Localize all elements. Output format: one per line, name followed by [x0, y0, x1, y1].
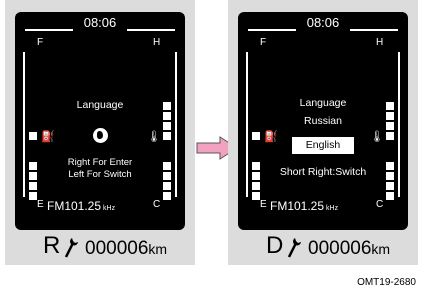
- fuel-full-label: F: [260, 37, 267, 48]
- radio-frequency: FM101.25: [270, 199, 325, 213]
- cluster-after: 08:06 F H E C ⛽ 🌡 Language Russian Engli…: [228, 0, 418, 265]
- wrench-icon: [287, 238, 301, 258]
- menu-title: Language: [299, 97, 347, 109]
- odometer-unit: km: [148, 241, 168, 257]
- temp-cold-label: C: [376, 199, 384, 210]
- temp-segment: [163, 122, 171, 130]
- instruction-line-1: Right For Enter: [67, 157, 133, 168]
- temp-segment: [386, 182, 394, 190]
- radio-frequency: FM101.25: [47, 199, 102, 213]
- fuel-segment: [252, 182, 260, 190]
- cluster-screen: 08:06 F H E C ⛽ 🌡 Language Russian Engli…: [238, 12, 408, 230]
- fuel-segment: [29, 132, 37, 140]
- fuel-full-label: F: [37, 37, 44, 48]
- odometer-value: 000006km: [308, 239, 390, 258]
- odometer-value: 000006km: [85, 239, 167, 258]
- menu-title: Language: [76, 99, 124, 111]
- top-line-right: [350, 29, 398, 31]
- top-line-left: [25, 29, 73, 31]
- fuel-segment: [29, 182, 37, 190]
- radio-unit: kHz: [326, 205, 339, 212]
- cluster-screen: 08:06 F H E C ⛽ 🌡 Language Right For Ent…: [15, 12, 185, 230]
- globe-icon: [93, 128, 108, 143]
- radio-display: FM101.25 kHz: [47, 200, 115, 212]
- clock: 08:06: [83, 15, 117, 30]
- language-option-selected[interactable]: English: [292, 137, 354, 154]
- fuel-empty-label: E: [260, 199, 267, 210]
- odometer-number: 000006: [308, 238, 372, 259]
- current-language: Russian: [304, 115, 342, 127]
- instruction-line-2: Left For Switch: [68, 169, 132, 180]
- odometer-number: 000006: [85, 238, 149, 259]
- temp-segment: [386, 192, 394, 200]
- odometer-unit: km: [371, 241, 391, 257]
- fuel-pump-icon: ⛽: [264, 131, 278, 143]
- clock: 08:06: [306, 15, 340, 30]
- fuel-segment: [29, 192, 37, 200]
- temp-hot-label: H: [376, 37, 384, 48]
- radio-display: FM101.25 kHz: [270, 200, 338, 212]
- temp-segment: [163, 112, 171, 120]
- temp-segment: [386, 132, 394, 140]
- figure-code: OMT19-2680: [357, 277, 416, 288]
- wrench-icon: [64, 238, 78, 258]
- gear-indicator: R: [43, 232, 61, 259]
- cluster-before: 08:06 F H E C ⛽ 🌡 Language Right For Ent…: [5, 0, 195, 265]
- switch-hint: Short Right:Switch: [279, 166, 367, 178]
- odometer-bar: R 000006km: [5, 231, 195, 265]
- temp-segment: [163, 182, 171, 190]
- odometer-bar: D 000006km: [228, 231, 418, 265]
- top-line-right: [127, 29, 175, 31]
- fuel-pump-icon: ⛽: [41, 131, 55, 143]
- top-line-left: [248, 29, 296, 31]
- coolant-temp-icon: 🌡: [370, 131, 384, 143]
- temp-hot-label: H: [153, 37, 161, 48]
- coolant-temp-icon: 🌡: [147, 131, 161, 143]
- temp-cold-label: C: [153, 199, 161, 210]
- radio-unit: kHz: [103, 205, 116, 212]
- fuel-empty-label: E: [37, 199, 44, 210]
- fuel-segment: [252, 192, 260, 200]
- temp-segment: [163, 132, 171, 140]
- gear-indicator: D: [266, 232, 284, 259]
- temp-segment: [163, 192, 171, 200]
- fuel-segment: [252, 132, 260, 140]
